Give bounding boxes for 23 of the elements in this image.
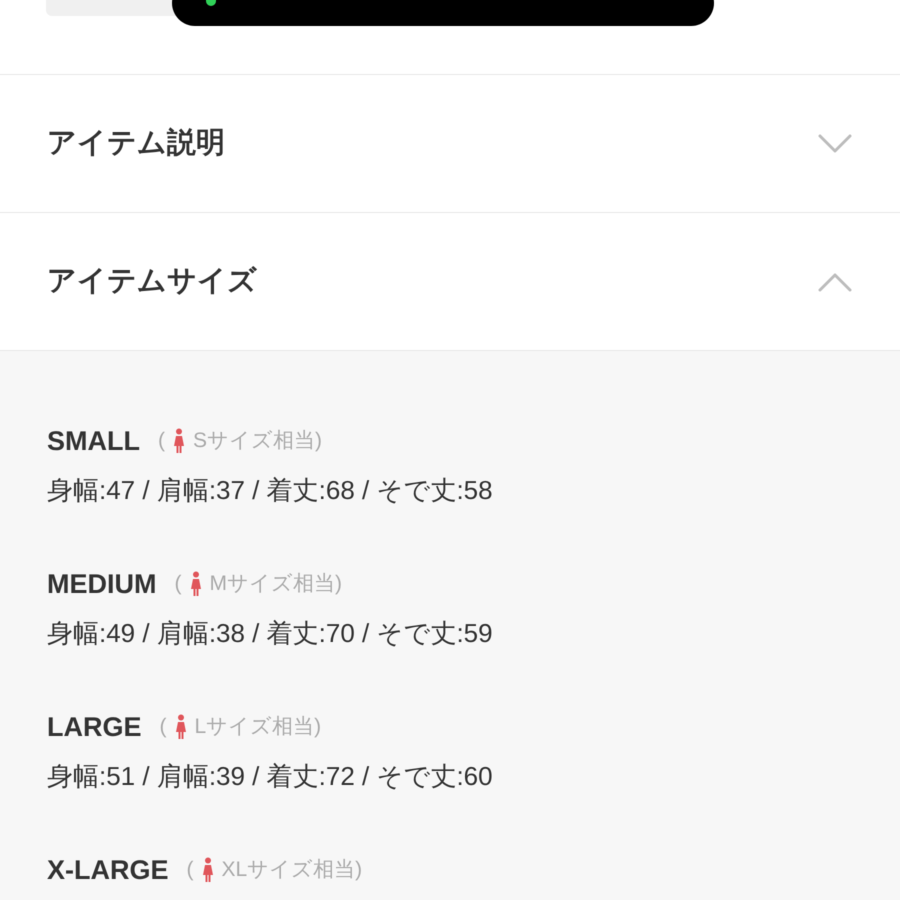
size-name: SMALL [47, 424, 140, 458]
size-name: LARGE [47, 710, 142, 744]
size-equivalent: Sサイズ相当) [192, 428, 322, 454]
section-title: アイテムサイズ [47, 264, 257, 299]
woman-figure-icon [174, 714, 186, 740]
chevron-down-icon [818, 134, 852, 154]
size-name: MEDIUM [47, 568, 156, 601]
chevron-up-icon [818, 272, 852, 292]
woman-figure-icon [190, 571, 202, 597]
paren-text: ( [186, 857, 194, 884]
size-equivalent: Mサイズ相当) [210, 571, 342, 598]
size-measurements: 身幅:49 / 肩幅:38 / 着丈:70 / そで丈:59 [47, 617, 494, 650]
size-measurements: 身幅:51 / 肩幅:39 / 着丈:72 / そで丈:60 [47, 760, 494, 793]
paren-text: ( [158, 428, 165, 454]
size-equivalent: XLサイズ相当) [222, 857, 362, 884]
size-equivalent: Lサイズ相当) [194, 714, 322, 740]
woman-figure-icon [202, 857, 214, 883]
section-title: アイテム説明 [47, 126, 225, 161]
size-name: X-LARGE [47, 854, 168, 887]
paren-text: ( [174, 571, 182, 598]
size-measurements: 身幅:47 / 肩幅:37 / 着丈:68 / そで丈:58 [47, 474, 494, 507]
paren-text: ( [160, 714, 166, 740]
woman-figure-icon [172, 428, 185, 454]
